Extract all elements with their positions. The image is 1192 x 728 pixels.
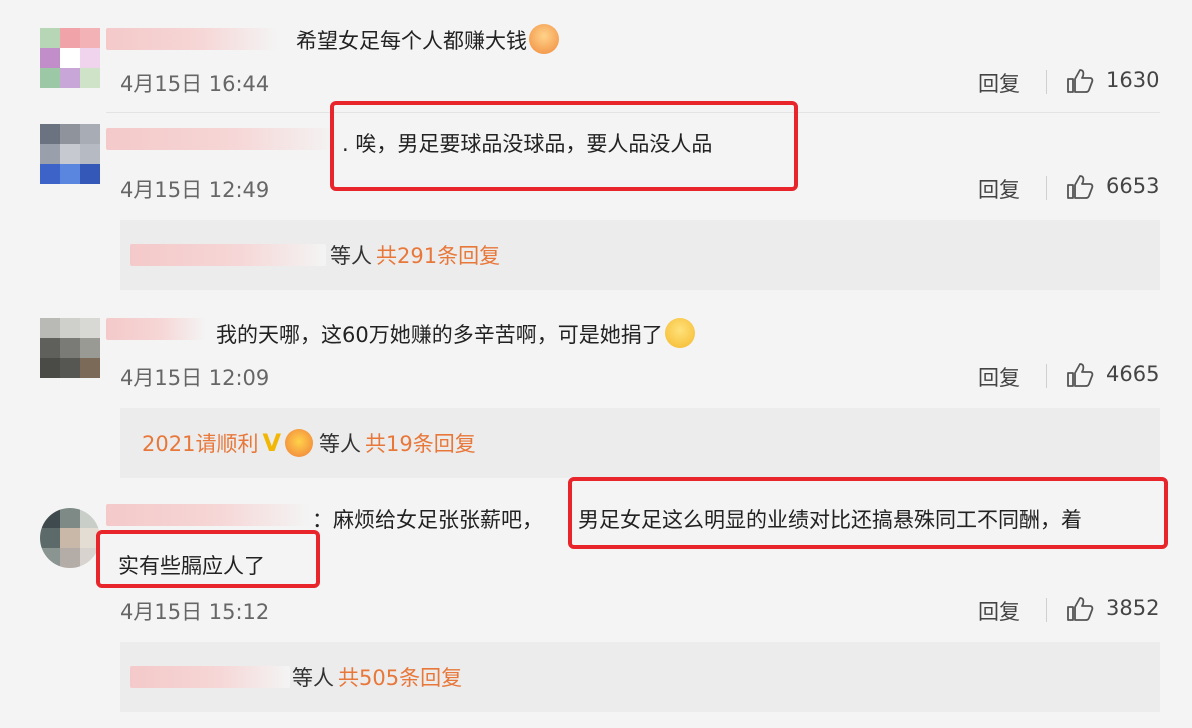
replies-count-link[interactable]: 共505条回复 <box>338 662 462 692</box>
comment-text: 我的天哪，这60万她赚的多辛苦啊，可是她捐了 <box>216 318 695 349</box>
avatar[interactable] <box>40 124 100 184</box>
separator <box>1046 598 1047 622</box>
like-count: 6653 <box>1106 174 1160 198</box>
reply-button[interactable]: 回复 <box>978 174 1020 204</box>
highlight-box <box>330 101 798 191</box>
username-redacted[interactable] <box>106 128 338 150</box>
reply-username[interactable]: 2021请顺利 <box>142 428 258 458</box>
highlight-box <box>568 477 1168 549</box>
username-redacted[interactable] <box>106 318 206 340</box>
username-redacted[interactable] <box>106 504 310 526</box>
replies-suffix: 等人 <box>319 432 362 456</box>
highlight-box <box>96 530 320 588</box>
thumbs-up-icon[interactable] <box>1066 596 1094 622</box>
thumbs-up-icon[interactable] <box>1066 68 1094 94</box>
username-redacted[interactable] <box>106 28 278 50</box>
replies-preview[interactable]: 2021请顺利 V 等人 共19条回复 <box>120 408 1160 478</box>
crying-emoji-icon <box>664 318 695 348</box>
replies-preview[interactable]: 等人 共505条回复 <box>120 642 1160 712</box>
reply-button[interactable]: 回复 <box>978 596 1020 626</box>
avatar[interactable] <box>40 508 100 568</box>
thumbs-up-icon[interactable] <box>1066 362 1094 388</box>
like-count: 4665 <box>1106 362 1160 386</box>
comment-time: 4月15日 16:44 <box>120 72 270 96</box>
separator <box>1046 70 1047 94</box>
avatar[interactable] <box>40 28 100 88</box>
crown-emoji-icon <box>285 429 314 457</box>
username-redacted[interactable] <box>130 244 326 266</box>
reply-button[interactable]: 回复 <box>978 362 1020 392</box>
username-redacted[interactable] <box>130 666 290 688</box>
reply-button[interactable]: 回复 <box>978 68 1020 98</box>
comment-text: ：麻烦给女足张张薪吧， <box>312 508 543 532</box>
thumbs-up-icon[interactable] <box>1066 174 1094 200</box>
comment-time: 4月15日 15:12 <box>120 600 270 624</box>
like-count: 3852 <box>1106 596 1160 620</box>
fire-hug-emoji-icon <box>529 24 559 54</box>
separator <box>1046 176 1047 200</box>
comment-time: 4月15日 12:09 <box>120 366 270 390</box>
replies-count-link[interactable]: 共291条回复 <box>376 240 500 270</box>
replies-suffix: 等人 <box>292 666 334 690</box>
replies-suffix: 等人 <box>330 244 372 268</box>
comment-text: 希望女足每个人都赚大钱 <box>296 24 559 55</box>
like-count: 1630 <box>1106 68 1160 92</box>
comment-time: 4月15日 12:49 <box>120 178 270 202</box>
verified-v-icon: V <box>262 429 282 457</box>
avatar[interactable] <box>40 318 100 378</box>
replies-preview[interactable]: 等人 共291条回复 <box>120 220 1160 290</box>
replies-count-link[interactable]: 共19条回复 <box>365 428 476 458</box>
separator <box>1046 364 1047 388</box>
